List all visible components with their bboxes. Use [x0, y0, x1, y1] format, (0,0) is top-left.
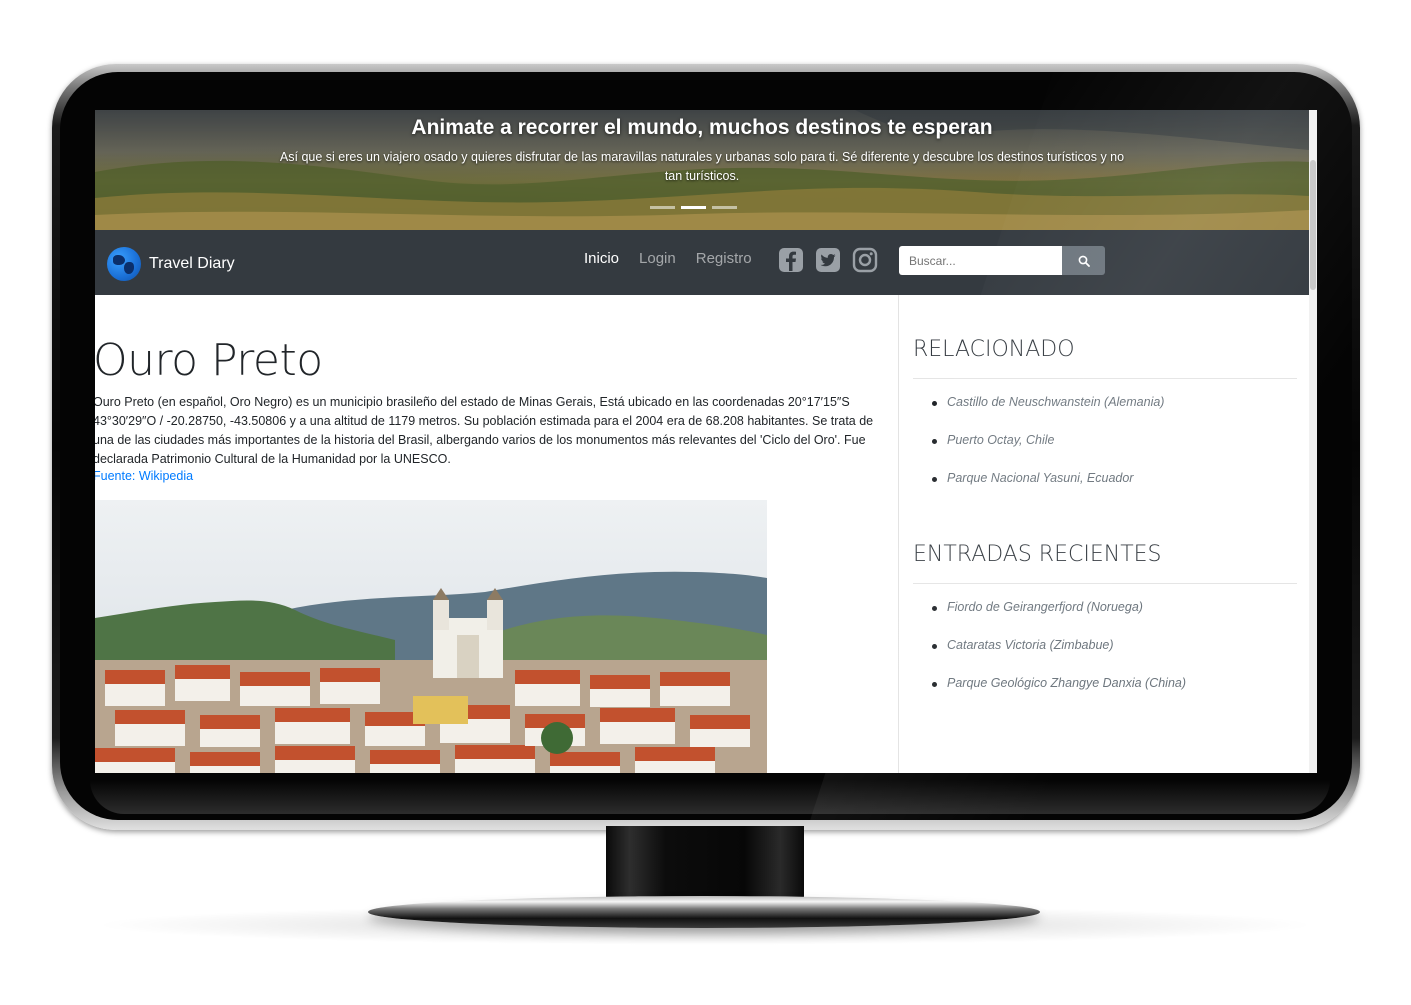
hero-title: Animate a recorrer el mundo, muchos dest…	[411, 116, 993, 139]
navbar: Travel Diary Inicio Login Registro	[95, 230, 1309, 295]
recent-list: Fiordo de Geirangerfjord (Noruega) Catar…	[932, 600, 1186, 714]
hero-subtitle: Así que si eres un viajero osado y quier…	[279, 150, 1125, 183]
sidebar-heading-recent: ENTRADAS RECIENTES	[913, 542, 1162, 567]
search-input[interactable]	[899, 246, 1062, 275]
carousel-indicator[interactable]	[650, 206, 675, 209]
related-item[interactable]: Castillo de Neuschwanstein (Alemania)	[932, 395, 1164, 433]
main-content: Ouro Preto Ouro Preto (en español, Oro N…	[95, 295, 898, 773]
city-photo-illustration	[95, 500, 767, 773]
globe-icon	[107, 247, 141, 281]
article-body: Ouro Preto (en español, Oro Negro) es un…	[95, 395, 874, 466]
monitor-screen: Animate a recorrer el mundo, muchos dest…	[95, 110, 1317, 773]
page-title: Ouro Preto	[95, 335, 323, 386]
search-form	[899, 246, 1105, 275]
hero-banner: Animate a recorrer el mundo, muchos dest…	[95, 110, 1309, 230]
nav-links: Inicio Login Registro	[584, 250, 752, 267]
twitter-icon[interactable]	[815, 247, 841, 273]
facebook-icon[interactable]	[778, 247, 804, 273]
recent-item[interactable]: Parque Geológico Zhangye Danxia (China)	[932, 676, 1186, 714]
page-scrollbar[interactable]	[1309, 110, 1317, 773]
instagram-icon[interactable]	[852, 247, 878, 273]
related-list: Castillo de Neuschwanstein (Alemania) Pu…	[932, 395, 1164, 509]
sidebar-divider	[913, 583, 1297, 584]
related-item[interactable]: Puerto Octay, Chile	[932, 433, 1164, 471]
monitor-stand-neck	[606, 826, 804, 902]
sidebar-divider	[913, 378, 1297, 379]
brand-name: Travel Diary	[149, 255, 235, 272]
search-icon	[1078, 255, 1090, 267]
carousel-indicator-active[interactable]	[681, 206, 706, 209]
ouro-preto-photo	[95, 500, 767, 773]
recent-item[interactable]: Cataratas Victoria (Zimbabue)	[932, 638, 1186, 676]
monitor-bottom-sheen	[90, 780, 1330, 814]
nav-link-login[interactable]: Login	[639, 250, 676, 267]
carousel-indicators	[650, 206, 737, 209]
source-link[interactable]: Fuente: Wikipedia	[95, 469, 193, 483]
related-item[interactable]: Parque Nacional Yasuni, Ecuador	[932, 471, 1164, 509]
sidebar-heading-related: RELACIONADO	[913, 337, 1075, 362]
social-links	[778, 247, 878, 273]
carousel-indicator[interactable]	[712, 206, 737, 209]
search-button[interactable]	[1062, 246, 1105, 275]
recent-item[interactable]: Fiordo de Geirangerfjord (Noruega)	[932, 600, 1186, 638]
brand[interactable]: Travel Diary	[107, 247, 235, 281]
nav-link-inicio[interactable]: Inicio	[584, 250, 619, 267]
scrollbar-thumb[interactable]	[1310, 160, 1316, 290]
nav-link-registro[interactable]: Registro	[696, 250, 752, 267]
sidebar: RELACIONADO Castillo de Neuschwanstein (…	[898, 295, 1309, 773]
monitor-stand-base	[368, 896, 1040, 928]
